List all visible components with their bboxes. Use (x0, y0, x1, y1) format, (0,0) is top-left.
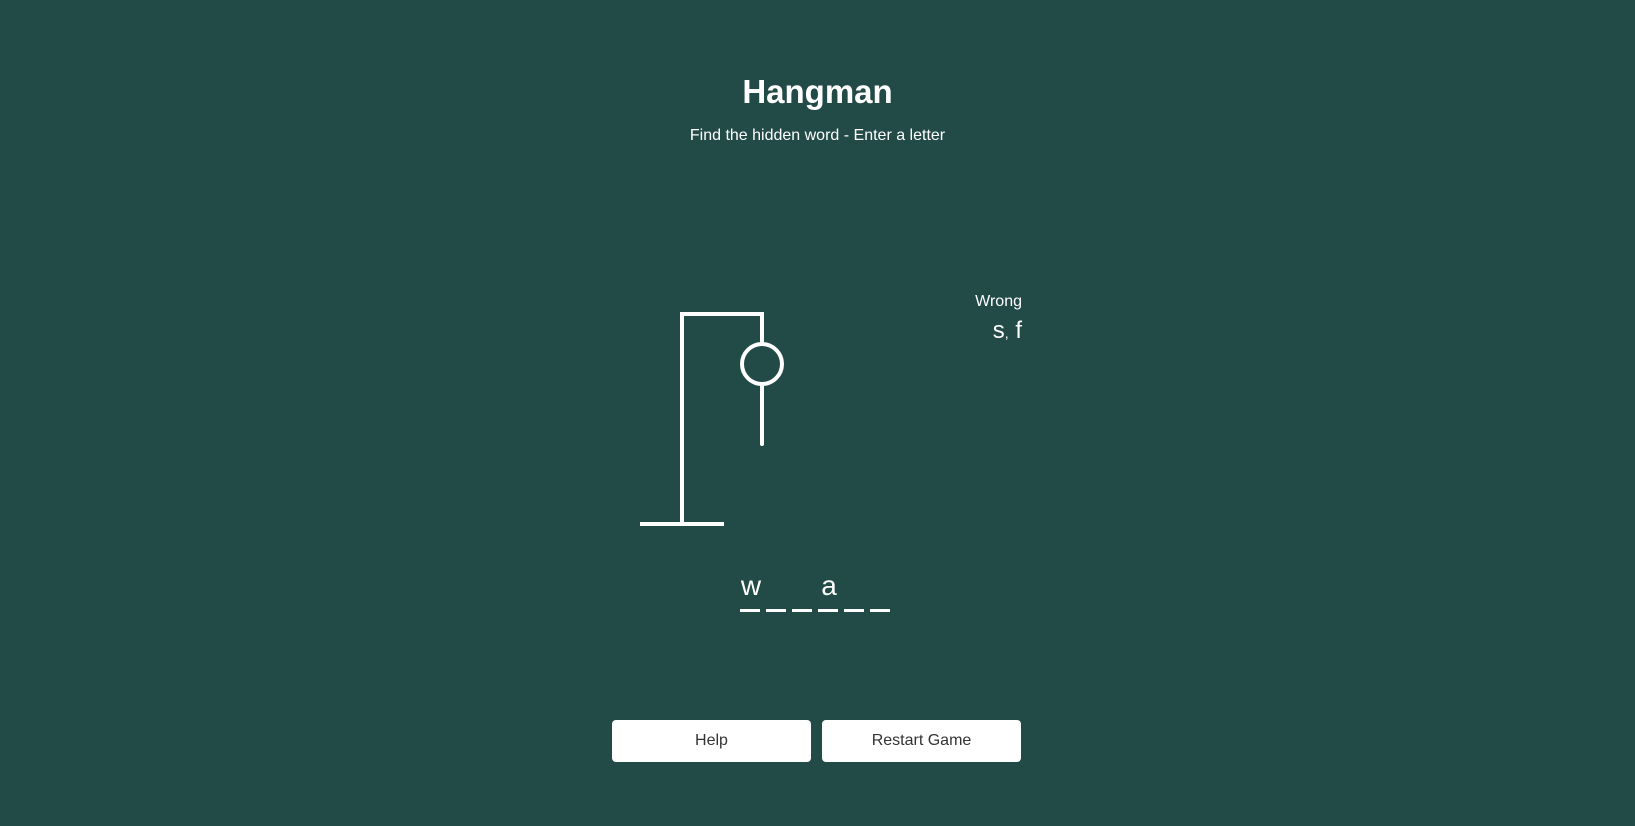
restart-game-button[interactable]: Restart Game (822, 720, 1021, 762)
wrong-label: Wrong (975, 293, 1022, 310)
letter-slot (792, 568, 812, 616)
letter-slot (844, 568, 864, 616)
letter-slot-char: a (821, 570, 837, 601)
letter-slot-underline (740, 609, 760, 612)
hidden-word: w a (740, 568, 896, 616)
letter-slot-underline (870, 609, 890, 612)
letter-slot (870, 568, 890, 616)
wrong-letters-list: s, f (922, 317, 1022, 347)
hangman-figure (640, 312, 784, 526)
letter-slot: a (818, 568, 838, 616)
help-button[interactable]: Help (612, 720, 811, 762)
letter-slot (766, 568, 786, 616)
letter-slot-underline (766, 609, 786, 612)
figure-head (740, 342, 784, 386)
letter-slot: w (740, 568, 762, 616)
letter-slot-underline (818, 609, 838, 612)
wrong-letters-panel: Wrong s, f (922, 292, 1022, 347)
wrong-letter: s (992, 317, 1005, 344)
hangman-page: Hangman Find the hidden word - Enter a l… (0, 0, 1635, 826)
letter-slot-underline (844, 609, 864, 612)
wrong-letter: f (1015, 317, 1022, 344)
letter-slot-underline (792, 609, 812, 612)
wrong-letter-separator: , (1004, 325, 1009, 341)
letter-slot-char: w (740, 570, 762, 601)
